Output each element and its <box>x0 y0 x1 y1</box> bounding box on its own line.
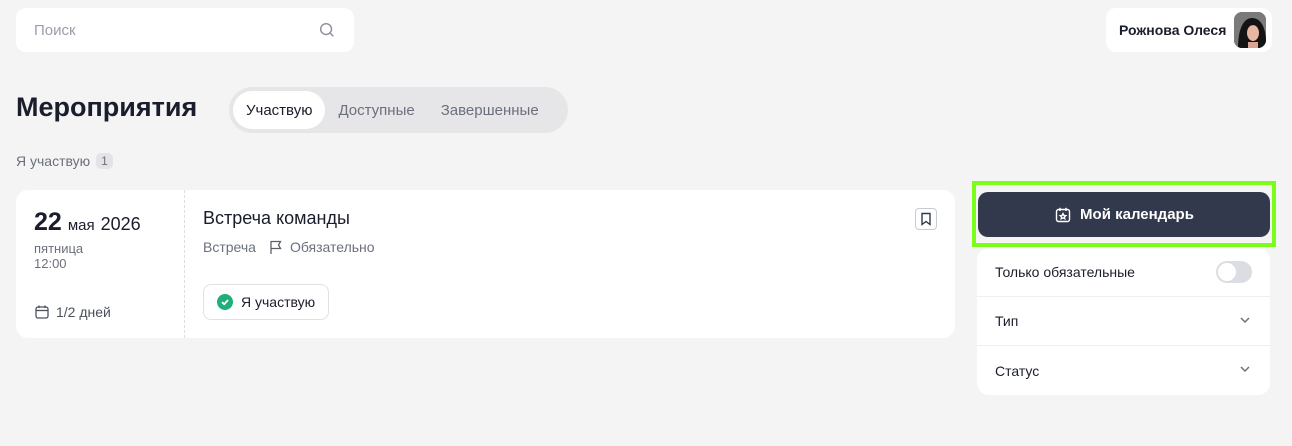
filter-type[interactable]: Тип <box>977 297 1270 346</box>
search-box[interactable]: Поиск <box>16 8 354 52</box>
duration-label: 1/2 дней <box>56 304 111 320</box>
tabs: Участвую Доступные Завершенные <box>229 87 568 133</box>
filter-type-label: Тип <box>995 313 1019 329</box>
event-card[interactable]: 22 мая 2026 пятница 12:00 1/2 дней Встре… <box>16 190 955 338</box>
event-info: Встреча команды Встреча Обязательно Я уч… <box>185 190 955 338</box>
filter-status-label: Статус <box>995 362 1040 379</box>
chevron-down-icon <box>1238 362 1252 379</box>
mandatory-only-toggle[interactable] <box>1216 261 1252 283</box>
event-date: 22 мая 2026 пятница 12:00 1/2 дней <box>16 190 185 338</box>
calendar-star-icon <box>1055 207 1071 222</box>
event-title[interactable]: Встреча команды <box>203 208 937 229</box>
my-calendar-label: Мой календарь <box>1080 206 1194 223</box>
search-input[interactable]: Поиск <box>34 22 318 39</box>
chevron-down-icon <box>1238 313 1252 330</box>
mandatory-text: Обязательно <box>289 239 375 255</box>
my-calendar-button[interactable]: Мой календарь <box>978 192 1270 237</box>
participate-status-button[interactable]: Я участвую <box>203 284 330 320</box>
event-month: мая <box>67 217 95 234</box>
event-year: 2026 <box>100 214 141 234</box>
section-header: Я участвую 1 <box>16 153 113 169</box>
tab-participating[interactable]: Участвую <box>233 91 326 129</box>
flag-icon <box>270 240 282 254</box>
event-weekday: пятница <box>34 241 84 256</box>
filter-status[interactable]: Статус <box>977 346 1270 395</box>
avatar <box>1234 12 1266 48</box>
calendar-icon <box>35 305 49 319</box>
event-time: 12:00 <box>34 256 67 271</box>
check-circle-icon <box>217 294 233 310</box>
tab-completed[interactable]: Завершенные <box>428 91 552 129</box>
filter-mandatory-only: Только обязательные <box>977 248 1270 297</box>
event-meta: Встреча Обязательно <box>203 239 937 255</box>
user-menu[interactable]: Рожнова Олеся <box>1106 8 1272 52</box>
search-icon <box>319 22 334 37</box>
filters-panel: Только обязательные Тип Статус <box>977 248 1270 395</box>
participate-label: Я участвую <box>241 294 316 310</box>
event-type: Встреча <box>203 239 256 255</box>
tab-available[interactable]: Доступные <box>325 91 427 129</box>
user-name: Рожнова Олеся <box>1119 22 1227 38</box>
mandatory-label: Обязательно <box>268 239 375 255</box>
filter-mandatory-label: Только обязательные <box>995 264 1135 280</box>
page-title: Мероприятия <box>16 92 198 122</box>
count-badge: 1 <box>96 153 113 169</box>
section-label: Я участвую <box>16 153 91 169</box>
event-duration: 1/2 дней <box>34 304 111 320</box>
bookmark-icon[interactable] <box>915 208 937 230</box>
event-day: 22 <box>34 208 62 236</box>
